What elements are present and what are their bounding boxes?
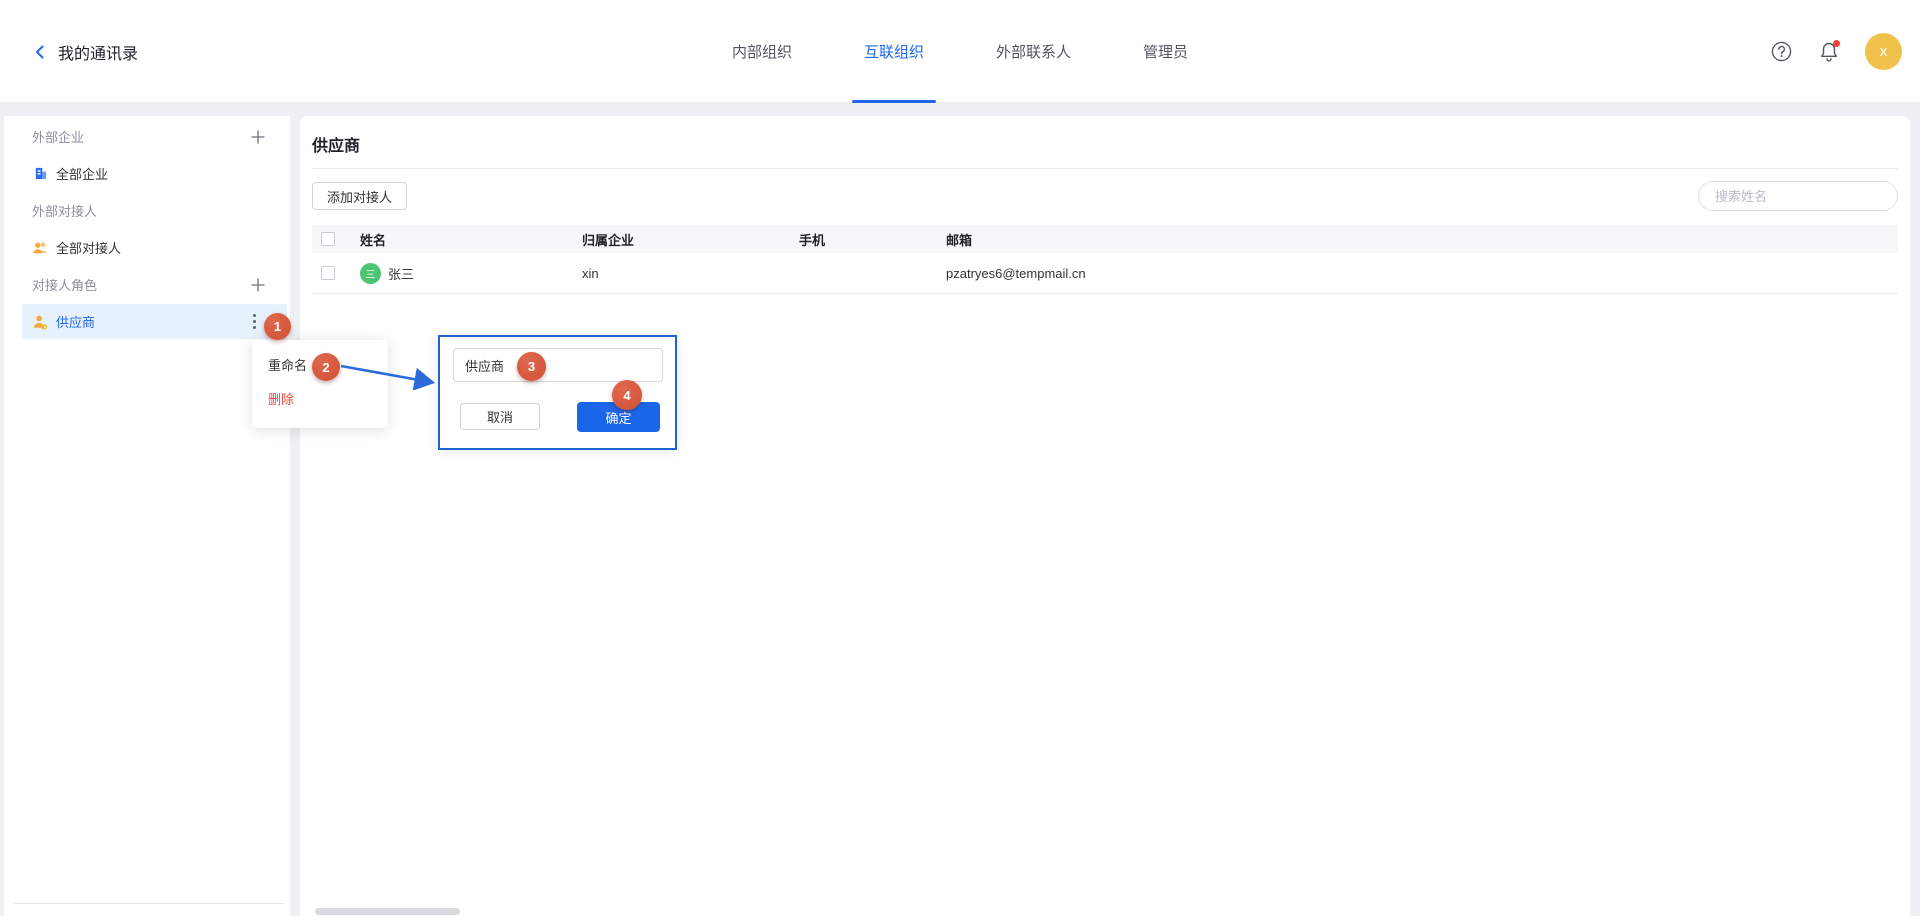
select-all-checkbox[interactable]	[321, 232, 335, 246]
column-header-company: 归属企业	[582, 230, 799, 249]
sidebar-item-supplier[interactable]: 供应商	[22, 304, 287, 339]
notification-dot	[1833, 40, 1840, 47]
step-badge-3: 3	[517, 352, 546, 381]
column-header-email: 邮箱	[946, 230, 1898, 249]
header-right: x	[1769, 0, 1902, 103]
add-role-button[interactable]	[250, 277, 266, 293]
sidebar-section-external-contacts: 外部对接人	[4, 192, 290, 229]
sidebar-item-label: 全部对接人	[56, 238, 121, 257]
help-icon	[1771, 41, 1792, 62]
sidebar-item-label: 供应商	[56, 312, 95, 331]
sidebar: 外部企业 全部企业 外部对接人	[4, 116, 290, 916]
search-input[interactable]	[1715, 189, 1891, 204]
contact-avatar: 三	[360, 263, 381, 284]
add-company-button[interactable]	[250, 129, 266, 145]
sidebar-footer-divider	[14, 903, 284, 916]
title-divider	[312, 168, 1898, 169]
add-contact-button[interactable]: 添加对接人	[312, 182, 407, 210]
user-avatar[interactable]: x	[1865, 33, 1902, 70]
annotation-arrow	[338, 356, 442, 390]
toolbar: 添加对接人	[312, 181, 1898, 211]
table-header: 姓名 归属企业 手机 邮箱	[312, 225, 1898, 253]
cell-name: 张三	[388, 264, 414, 283]
tab-internal-org[interactable]: 内部组织	[732, 0, 792, 103]
sidebar-section-label: 对接人角色	[32, 275, 97, 294]
column-header-phone: 手机	[799, 230, 946, 249]
sidebar-item-all-companies[interactable]: 全部企业	[4, 155, 290, 192]
sidebar-section-external-company: 外部企业	[4, 118, 290, 155]
help-button[interactable]	[1769, 40, 1793, 64]
plus-icon	[250, 129, 266, 145]
main-panel: 供应商 添加对接人 姓名 归属企业 手机 邮箱 三 张三 xin pzatrye…	[300, 116, 1910, 916]
content-title: 供应商	[312, 128, 1898, 168]
role-person-icon	[32, 314, 48, 330]
building-icon	[32, 166, 48, 182]
people-icon	[32, 240, 48, 256]
cancel-button[interactable]: 取消	[460, 403, 540, 430]
sidebar-section-contact-roles: 对接人角色	[4, 266, 290, 303]
tab-admin[interactable]: 管理员	[1143, 0, 1188, 103]
sidebar-item-label: 全部企业	[56, 164, 108, 183]
table-row[interactable]: 三 张三 xin pzatryes6@tempmail.cn	[312, 253, 1898, 294]
notifications-button[interactable]	[1817, 40, 1841, 64]
cell-email: pzatryes6@tempmail.cn	[946, 266, 1898, 281]
step-badge-1: 1	[264, 313, 291, 340]
sidebar-list: 外部企业 全部企业 外部对接人	[4, 116, 290, 339]
tab-external-contacts[interactable]: 外部联系人	[996, 0, 1071, 103]
step-badge-4: 4	[612, 380, 642, 410]
tab-interconnect-org[interactable]: 互联组织	[864, 0, 924, 103]
row-checkbox[interactable]	[321, 266, 335, 280]
app-header: 我的通讯录 内部组织 互联组织 外部联系人 管理员 x	[0, 0, 1920, 103]
sidebar-section-label: 外部企业	[32, 127, 84, 146]
plus-icon	[250, 277, 266, 293]
rename-input[interactable]	[453, 348, 663, 382]
horizontal-scrollbar-thumb[interactable]	[315, 908, 460, 915]
item-more-menu-button[interactable]	[247, 314, 261, 330]
column-header-name: 姓名	[360, 230, 582, 249]
sidebar-section-label: 外部对接人	[32, 201, 97, 220]
step-badge-2: 2	[312, 353, 340, 381]
cell-company: xin	[582, 266, 799, 281]
top-tabs: 内部组织 互联组织 外部联系人 管理员	[0, 0, 1920, 103]
search-box	[1698, 181, 1898, 211]
sidebar-item-all-contacts[interactable]: 全部对接人	[4, 229, 290, 266]
